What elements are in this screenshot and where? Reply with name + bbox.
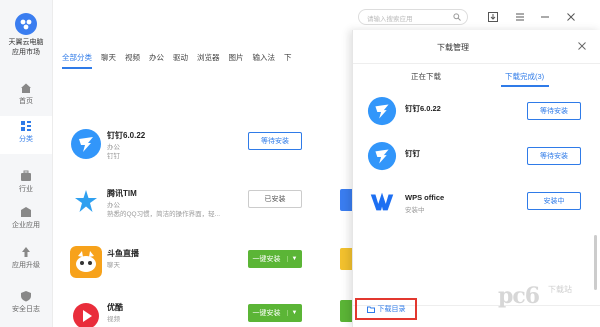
close-icon[interactable] xyxy=(565,11,577,23)
list-item: 腾讯TIM 办公 熟悉的QQ习惯，简洁的操作界面，轻... 已安装 xyxy=(70,186,340,226)
home-icon xyxy=(21,83,31,93)
button-label: 一键安装 xyxy=(252,256,281,263)
app-name: 腾讯TIM xyxy=(107,189,137,198)
download-directory-label: 下载目录 xyxy=(377,306,406,313)
tab-download-complete[interactable]: 下载完成(3) xyxy=(505,71,544,82)
sidebar-item-enterprise[interactable]: 企业应用 xyxy=(0,202,52,240)
installed-button[interactable]: 已安装 xyxy=(248,190,302,208)
app-name: 钉钉6.0.22 xyxy=(107,131,146,140)
download-manager-panel: 下载管理 正在下载 下载完成(3) 钉钉6.0.22 等待安装 钉钉 等待安装 … xyxy=(352,30,600,327)
tab-all[interactable]: 全部分类 xyxy=(62,52,92,69)
sidebar-item-label: 行业 xyxy=(19,186,33,193)
download-item-status: 安装中 xyxy=(405,207,425,214)
tab-more[interactable]: 下 xyxy=(284,52,292,67)
minimize-icon[interactable] xyxy=(539,11,551,23)
tim-icon xyxy=(70,186,102,218)
download-item-name: 钉钉6.0.22 xyxy=(405,104,441,113)
app-desc: 熟悉的QQ习惯，简洁的操作界面，轻... xyxy=(107,211,221,218)
download-directory-button[interactable]: 下载目录 xyxy=(355,298,417,320)
app-name: 斗鱼直播 xyxy=(107,249,139,258)
sidebar: 天翼云电脑 应用市场 首页 分类 行业 企业应用 应用升级 安全日志 xyxy=(0,0,53,327)
app-category: 聊天 xyxy=(107,262,120,269)
download-item: 钉钉 等待安装 xyxy=(365,141,595,181)
panel-title: 下载管理 xyxy=(437,43,469,52)
tab-video[interactable]: 视频 xyxy=(125,52,140,67)
sidebar-item-home[interactable]: 首页 xyxy=(0,78,52,116)
folder-icon xyxy=(366,306,375,313)
download-item-name: WPS office xyxy=(405,193,445,202)
scrollbar[interactable] xyxy=(594,235,597,290)
tab-driver[interactable]: 驱动 xyxy=(173,52,188,67)
search-input[interactable]: 请输入搜索应用 xyxy=(358,9,468,25)
list-item: 钉钉6.0.22 办公 钉钉 等待安装 xyxy=(70,128,340,168)
one-click-install-button[interactable]: 一键安装 ▼ xyxy=(248,304,302,322)
grid-icon xyxy=(21,121,31,131)
download-item: 钉钉6.0.22 等待安装 xyxy=(365,96,595,136)
download-icon[interactable] xyxy=(487,11,499,23)
tab-browser[interactable]: 浏览器 xyxy=(197,52,220,67)
sidebar-item-label: 企业应用 xyxy=(12,222,40,229)
download-item: WPS office 安装中 安装中 xyxy=(365,186,595,226)
dingtalk-icon xyxy=(367,141,397,171)
sidebar-item-label: 安全日志 xyxy=(12,306,40,313)
chevron-down-icon[interactable]: ▼ xyxy=(286,310,297,316)
close-icon[interactable] xyxy=(577,41,587,51)
dingtalk-icon xyxy=(367,96,397,126)
sidebar-item-category[interactable]: 分类 xyxy=(0,116,52,154)
app-category: 视频 xyxy=(107,316,120,323)
watermark-text: 下载站 xyxy=(548,285,572,294)
wps-icon xyxy=(367,186,397,216)
one-click-install-button[interactable]: 一键安装 ▼ xyxy=(248,250,302,268)
sidebar-item-label: 分类 xyxy=(19,136,33,143)
tab-downloading[interactable]: 正在下载 xyxy=(411,71,441,82)
douyu-icon xyxy=(70,246,102,278)
installing-button[interactable]: 安装中 xyxy=(527,192,581,210)
youku-icon xyxy=(70,300,102,327)
tab-image[interactable]: 图片 xyxy=(229,52,244,67)
sidebar-item-upgrade[interactable]: 应用升级 xyxy=(0,242,52,280)
upgrade-icon xyxy=(22,247,30,257)
search-icon[interactable] xyxy=(453,13,461,21)
tab-chat[interactable]: 聊天 xyxy=(101,52,116,67)
watermark-logo: pc6 xyxy=(498,283,540,309)
active-tab-indicator xyxy=(501,85,549,87)
tab-input-method[interactable]: 输入法 xyxy=(253,52,276,67)
wait-install-button[interactable]: 等待安装 xyxy=(248,132,302,150)
app-name-line1: 天翼云电脑 xyxy=(8,39,44,46)
list-item: 优酷 视频 一键安装 ▼ xyxy=(70,300,340,327)
chevron-down-icon[interactable]: ▼ xyxy=(286,256,297,262)
category-tabs: 全部分类 聊天 视频 办公 驱动 浏览器 图片 输入法下 xyxy=(62,52,301,69)
divider xyxy=(353,63,600,64)
search-placeholder: 请输入搜索应用 xyxy=(367,16,413,23)
app-name: 优酷 xyxy=(107,303,123,312)
app-desc: 钉钉 xyxy=(107,153,120,160)
app-logo xyxy=(15,13,37,35)
download-item-name: 钉钉 xyxy=(405,149,420,158)
sidebar-item-label: 首页 xyxy=(19,98,33,105)
app-window: 天翼云电脑 应用市场 首页 分类 行业 企业应用 应用升级 安全日志 请输入搜索… xyxy=(0,0,600,327)
sidebar-item-label: 应用升级 xyxy=(12,262,40,269)
briefcase-icon xyxy=(21,170,31,181)
sidebar-item-industry[interactable]: 行业 xyxy=(0,166,52,204)
dingtalk-icon xyxy=(70,128,102,160)
menu-icon[interactable] xyxy=(514,11,526,23)
list-item: 斗鱼直播 聊天 一键安装 ▼ xyxy=(70,246,340,286)
tab-office[interactable]: 办公 xyxy=(149,52,164,67)
wait-install-button[interactable]: 等待安装 xyxy=(527,102,581,120)
building-icon xyxy=(21,207,31,217)
wait-install-button[interactable]: 等待安装 xyxy=(527,147,581,165)
sidebar-item-security-log[interactable]: 安全日志 xyxy=(0,286,52,324)
shield-icon xyxy=(21,291,31,302)
button-label: 一键安装 xyxy=(252,310,281,317)
app-name-line2: 应用市场 xyxy=(12,49,40,56)
